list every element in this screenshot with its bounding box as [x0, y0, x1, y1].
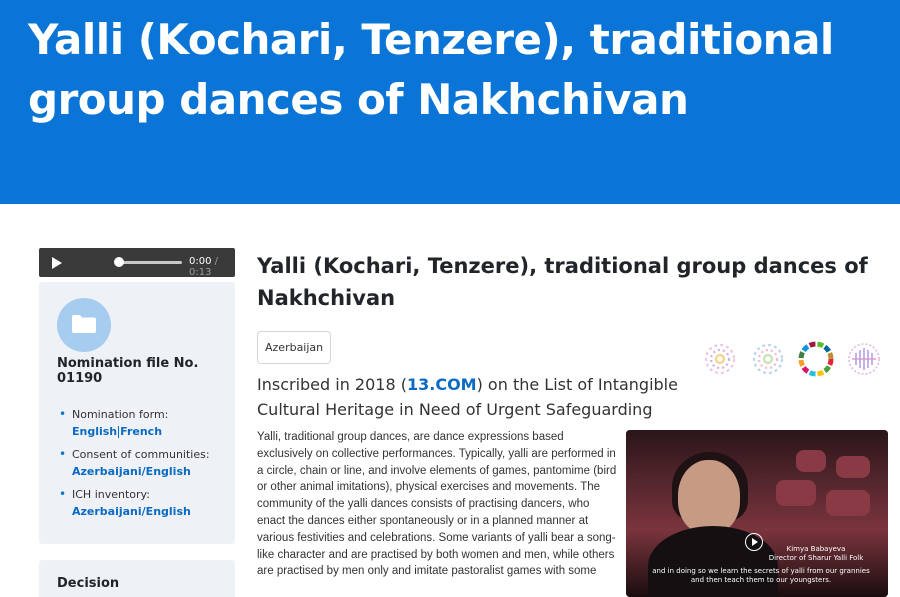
- decision-title: Decision: [57, 576, 120, 591]
- theatre-seat: [776, 480, 816, 506]
- inventory-label: ICH inventory:: [72, 488, 150, 501]
- list-item: ICH inventory: Azerbaijani/English: [59, 486, 229, 520]
- current-time: 0:00: [189, 256, 212, 267]
- page-banner: Yalli (Kochari, Tenzere), traditional gr…: [0, 0, 900, 204]
- seek-handle[interactable]: [114, 257, 124, 267]
- speaker-role: Director of Sharur Yalli Folk: [768, 554, 864, 562]
- time-display: 0:00 / 0:13: [189, 256, 235, 278]
- theatre-seat: [826, 490, 870, 516]
- speaker-name: Kimya Babayeva: [786, 545, 846, 553]
- theatre-seat: [796, 450, 826, 472]
- link-separator: [118, 426, 120, 438]
- list-item: Consent of communities: Azerbaijani/Engl…: [59, 446, 229, 480]
- consent-link[interactable]: Azerbaijani/English: [72, 465, 191, 478]
- audio-player[interactable]: 0:00 / 0:13: [39, 248, 261, 278]
- video-subtitle: and in doing so we learn the secrets of …: [652, 567, 870, 584]
- video-thumbnail[interactable]: Kimya Babayeva Director of Sharur Yalli F…: [626, 430, 888, 597]
- document-list: Nomination form: EnglishFrench Consent o…: [59, 406, 229, 526]
- inscription-statement: Inscribed in 2018 (13.COM) on the List o…: [257, 372, 697, 422]
- folder-icon: [72, 315, 96, 333]
- banner-title: Yalli (Kochari, Tenzere), traditional gr…: [28, 15, 834, 124]
- nomination-file-title: Nomination file No. 01190: [57, 356, 199, 386]
- sdg-icon[interactable]: [746, 337, 790, 381]
- folder-icon-badge: [57, 298, 111, 352]
- sdg-icon[interactable]: [698, 337, 742, 381]
- speaker-face: [678, 460, 740, 534]
- element-title: Yalli (Kochari, Tenzere), traditional gr…: [257, 254, 868, 310]
- inscribed-prefix: Inscribed in 2018 (: [257, 375, 407, 394]
- country-tag[interactable]: Azerbaijan: [257, 331, 332, 364]
- committee-session-link[interactable]: 13.COM: [407, 375, 477, 394]
- decision-card: Decision: [39, 560, 235, 597]
- seek-bar[interactable]: [117, 261, 182, 264]
- sdg-icon[interactable]: [842, 337, 886, 381]
- theatre-seat: [836, 456, 870, 478]
- element-description: Yalli, traditional group dances, are dan…: [257, 431, 617, 578]
- nomination-form-label: Nomination form:: [72, 408, 169, 421]
- nomination-form-english-link[interactable]: English: [72, 425, 117, 438]
- speaker-caption: Kimya Babayeva Director of Sharur Yalli F…: [756, 545, 876, 563]
- inventory-link[interactable]: Azerbaijani/English: [72, 505, 191, 518]
- nomination-card: Nomination file No. 01190 Nomination for…: [39, 282, 235, 544]
- sdg-icons: [698, 337, 888, 387]
- list-item: Nomination form: EnglishFrench: [59, 406, 229, 440]
- sdg-icon[interactable]: [794, 337, 838, 381]
- play-icon[interactable]: [52, 257, 62, 269]
- consent-label: Consent of communities:: [72, 448, 210, 461]
- nomination-form-french-link[interactable]: French: [120, 425, 162, 438]
